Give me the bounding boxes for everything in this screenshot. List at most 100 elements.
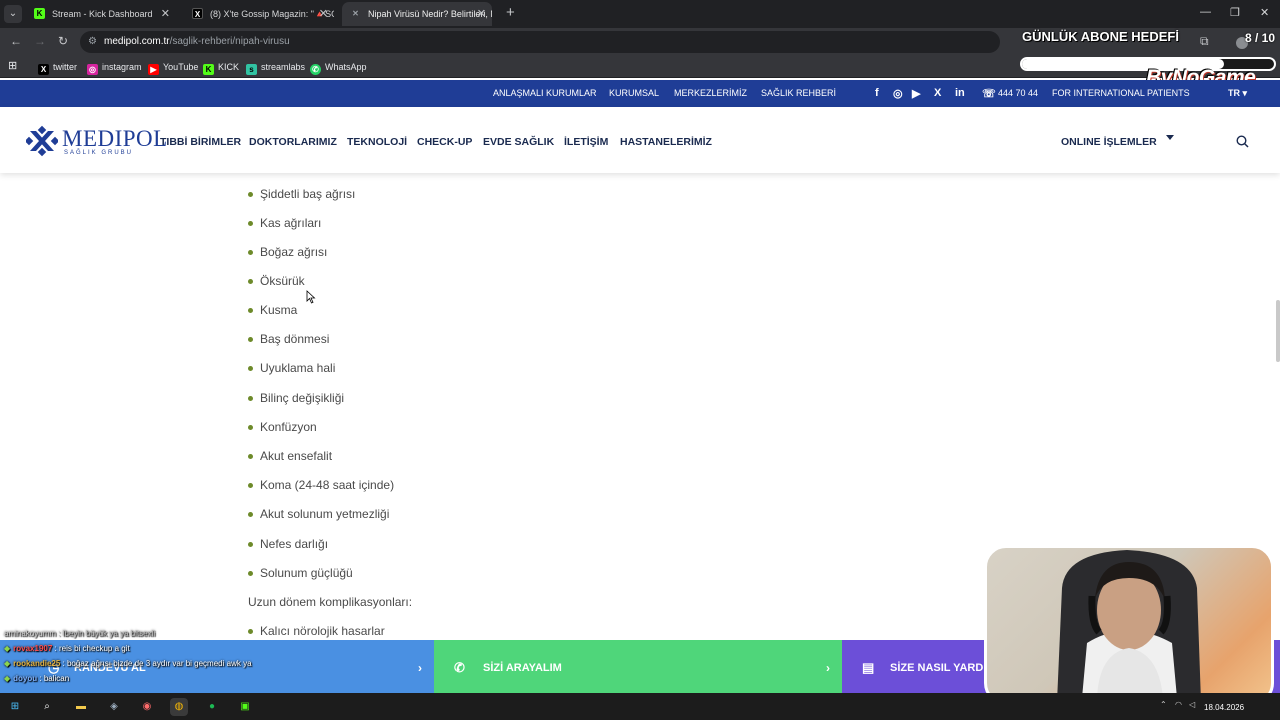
long-term-heading: Uzun dönem komplikasyonları: (248, 595, 413, 609)
bookmark-kick[interactable]: K KICK (203, 60, 239, 75)
menu-checkup[interactable]: CHECK-UP (417, 136, 472, 148)
list-item: Solunum güçlüğü (248, 566, 353, 580)
site-info-icon[interactable]: ⚙ (88, 31, 97, 53)
list-item: Öksürük (248, 274, 305, 288)
list-item: Uyuklama hali (248, 361, 335, 375)
menu-home-health[interactable]: EVDE SAĞLIK (483, 136, 554, 148)
close-tab-icon[interactable]: ✕ (319, 2, 328, 26)
link-health-guide[interactable]: SAĞLIK REHBERİ (761, 88, 836, 98)
linkedin-icon[interactable]: in (955, 87, 965, 99)
streamer-photo (1057, 550, 1201, 702)
url-path: /saglik-rehberi/nipah-virusu (169, 36, 290, 47)
apps-grid-icon[interactable]: ⊞ (8, 59, 17, 73)
restore-icon[interactable]: ❐ (1230, 6, 1240, 19)
page-scrollbar[interactable] (1276, 300, 1280, 362)
link-contracted-institutions[interactable]: ANLAŞMALI KURUMLAR (493, 88, 597, 98)
link-corporate[interactable]: KURUMSAL (609, 88, 659, 98)
chat-message: ◆ doyou : balican (4, 674, 70, 683)
medipol-logo-icon[interactable] (26, 125, 58, 157)
tab-nipah-virus[interactable]: ✕ Nipah Virüsü Nedir? Belirtileri, N ✕ (342, 2, 492, 26)
subscriber-goal-count: 8 / 10 (1245, 31, 1276, 45)
windows-taskbar: ⊞ ⌕ ▬ ◈ ◉ ◍ ● ▣ ⌃ ◠ ◁ 18.04.2026 (0, 693, 1280, 720)
logo-wordmark[interactable]: MEDIPOL (62, 126, 168, 152)
link-centers[interactable]: MERKEZLERİMİZ (674, 88, 747, 98)
site-header: MEDIPOL SAĞLIK GRUBU TIBBİ BİRİMLER DOKT… (0, 107, 1280, 173)
close-tab-icon[interactable]: ✕ (161, 2, 170, 26)
volume-icon[interactable]: ◁ (1189, 700, 1195, 709)
chat-message: ◆ rookandie25 : boğaz ağrısı bizde de 3 a… (4, 659, 252, 668)
menu-hospitals[interactable]: HASTANELERİMİZ (620, 136, 712, 148)
tray-chevron-icon[interactable]: ⌃ (1160, 700, 1167, 709)
bullet (248, 366, 253, 371)
instagram-icon[interactable]: ◎ (893, 87, 903, 100)
bookmark-instagram[interactable]: ◎ instagram (87, 60, 142, 75)
list-item: Akut ensefalit (248, 449, 332, 463)
bookmark-twitter[interactable]: Xtwitter (38, 60, 77, 75)
kick-icon: K (203, 64, 214, 75)
x-icon: X (192, 8, 203, 19)
help-label: SİZE NASIL YARD (890, 662, 984, 674)
bookmark-youtube[interactable]: ▶ YouTube (148, 60, 198, 75)
phone-number[interactable]: 444 70 44 (998, 88, 1038, 98)
tab-kick-dashboard[interactable]: K Stream - Kick Dashboard ✕ (26, 2, 176, 26)
chevron-right-icon: › (418, 661, 422, 675)
logo-subtitle: SAĞLIK GRUBU (64, 150, 134, 156)
search-icon[interactable] (1236, 135, 1249, 148)
language-selector[interactable]: TR ▾ (1228, 88, 1247, 99)
menu-technology[interactable]: TEKNOLOJİ (347, 136, 407, 148)
url-host: medipol.com.tr (104, 36, 170, 47)
back-arrow-icon[interactable]: ← (10, 34, 22, 48)
menu-doctors[interactable]: DOKTORLARIMIZ (249, 136, 337, 148)
windows-start-icon[interactable]: ⊞ (6, 698, 24, 716)
message-icon: ▤ (862, 660, 875, 675)
bookmark-whatsapp[interactable]: ✆ WhatsApp (310, 60, 367, 75)
list-item: Bilinç değişikliği (248, 391, 344, 405)
extensions-icon[interactable]: ⧉ (1200, 34, 1209, 49)
list-item: Kas ağrıları (248, 216, 321, 230)
list-item: Boğaz ağrısı (248, 245, 327, 259)
spotify-icon[interactable]: ● (203, 698, 221, 716)
bookmark-streamlabs[interactable]: s streamlabs (246, 60, 305, 75)
menu-medical-units[interactable]: TIBBİ BİRİMLER (160, 136, 241, 148)
search-icon[interactable]: ⌕ (38, 698, 56, 716)
subscriber-goal-title: GÜNLÜK ABONE HEDEFİ (1022, 29, 1179, 44)
bullet (248, 337, 253, 342)
call-me-button[interactable]: ✆ SİZİ ARAYALIM › (434, 640, 842, 693)
kick-app-icon[interactable]: ▣ (236, 698, 254, 716)
youtube-icon[interactable]: ▶ (912, 87, 920, 100)
list-item: Nefes darlığı (248, 537, 328, 551)
close-tab-icon[interactable]: ✕ (477, 2, 486, 26)
app-icon[interactable]: ◈ (105, 698, 123, 716)
whatsapp-icon: ✆ (310, 64, 321, 75)
minimize-icon[interactable]: — (1200, 6, 1211, 18)
close-window-icon[interactable]: ✕ (1260, 6, 1269, 19)
list-item: Akut solunum yetmezliği (248, 507, 389, 521)
list-item: Koma (24-48 saat içinde) (248, 478, 394, 492)
tab-label: (8) X'te Gossip Magazin: "🔺SO (210, 9, 334, 19)
bullet (248, 542, 253, 547)
chevron-down-icon[interactable] (1166, 135, 1174, 140)
new-tab-plus-icon[interactable]: + (506, 4, 515, 21)
taskbar-date[interactable]: 18.04.2026 (1204, 703, 1244, 712)
menu-contact[interactable]: İLETİŞİM (564, 136, 608, 148)
chrome-icon[interactable]: ◍ (170, 698, 188, 716)
tab-x-gossip[interactable]: X (8) X'te Gossip Magazin: "🔺SO ✕ (184, 2, 334, 26)
network-icon[interactable]: ◠ (1175, 700, 1182, 709)
kick-icon: K (34, 8, 45, 19)
file-explorer-icon[interactable]: ▬ (72, 698, 90, 716)
list-item: Baş dönmesi (248, 332, 329, 346)
link-international-patients[interactable]: FOR INTERNATIONAL PATIENTS (1052, 88, 1190, 98)
online-services-menu[interactable]: ONLINE İŞLEMLER (1061, 136, 1157, 148)
bullet (248, 250, 253, 255)
reload-icon[interactable]: ↻ (58, 34, 68, 48)
url-input[interactable]: ⚙ medipol.com.tr/saglik-rehberi/nipah-vi… (80, 31, 1000, 53)
facebook-icon[interactable]: f (875, 87, 879, 99)
tab-search-button[interactable]: ⌄ (4, 5, 22, 23)
chevron-right-icon: › (826, 661, 830, 675)
badge-icon: ◆ (4, 674, 11, 683)
streaming-app-icon[interactable]: ◉ (138, 698, 156, 716)
x-icon[interactable]: X (934, 87, 941, 99)
bullet (248, 571, 253, 576)
forward-arrow-icon[interactable]: → (34, 34, 46, 48)
list-item: Şiddetli baş ağrısı (248, 187, 355, 201)
